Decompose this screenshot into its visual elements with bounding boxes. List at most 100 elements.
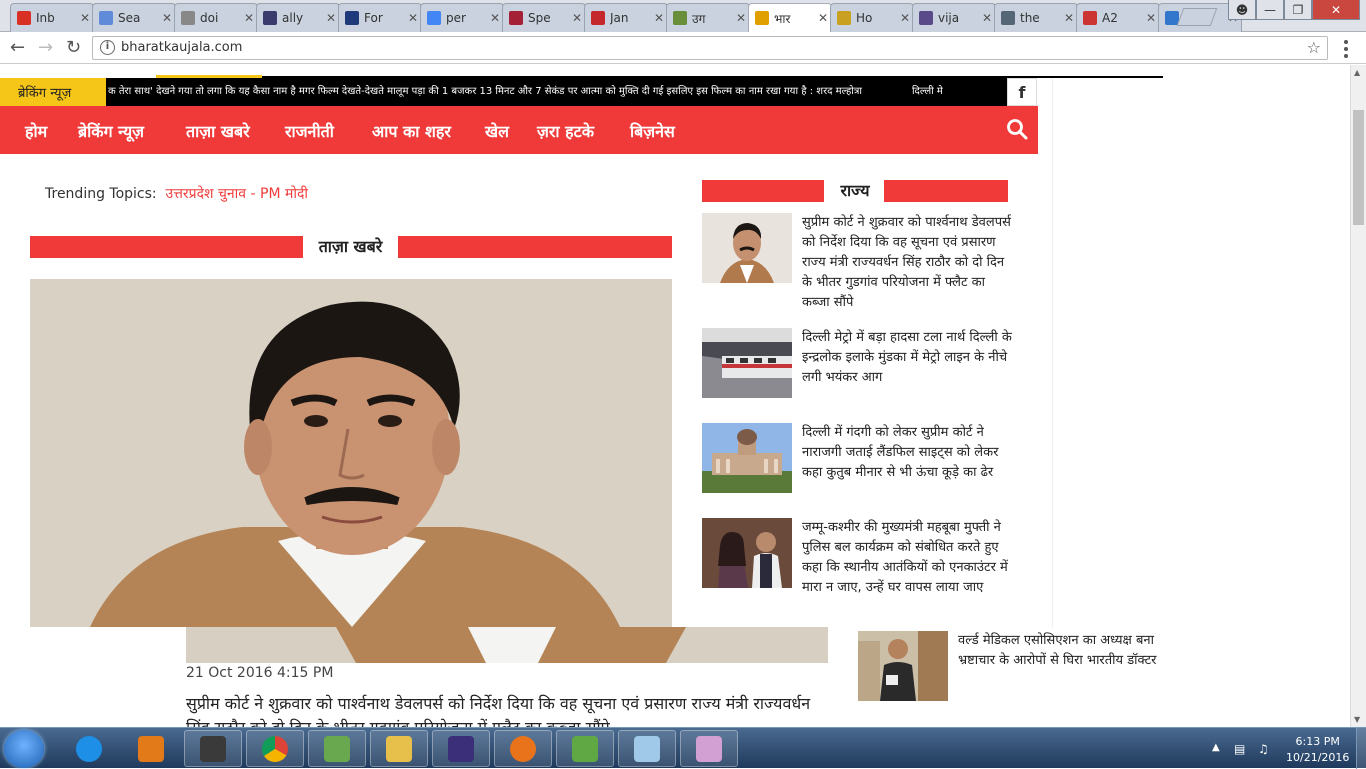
ticker-label: ब्रेकिंग न्यूज़ — [0, 78, 106, 106]
network-icon[interactable]: ▤ — [1234, 742, 1245, 756]
taskbar-app[interactable] — [680, 730, 738, 767]
nav-latest-news[interactable]: ताज़ा खबरे — [186, 120, 250, 142]
close-tab-icon[interactable]: ✕ — [897, 11, 913, 25]
system-clock[interactable]: 6:13 PM 10/21/2016 — [1286, 734, 1349, 766]
browser-tab[interactable]: भार ✕ — [748, 3, 832, 32]
close-tab-icon[interactable]: ✕ — [487, 11, 503, 25]
app-icon-2 — [572, 735, 598, 762]
taskbar-app[interactable] — [432, 730, 490, 767]
browser-tab[interactable]: उग ✕ — [666, 3, 750, 32]
close-tab-icon[interactable]: ✕ — [1143, 11, 1159, 25]
news-thumbnail[interactable] — [702, 213, 792, 283]
nav-offbeat[interactable]: ज़रा हटके — [537, 120, 594, 142]
taskbar-app[interactable] — [122, 730, 180, 767]
taskbar-app[interactable] — [618, 730, 676, 767]
nav-sports[interactable]: खेल — [485, 120, 509, 142]
trending-link[interactable]: उत्तरप्रदेश चुनाव - PM मोदी — [166, 186, 309, 202]
scrollbar-thumb[interactable] — [1353, 110, 1364, 225]
news-headline[interactable]: सुप्रीम कोर्ट ने शुक्रवार को पार्श्वनाथ … — [802, 213, 1012, 313]
taskbar-app[interactable] — [60, 730, 118, 767]
eclipse-icon — [448, 735, 474, 762]
ticker-text[interactable]: क तेरा साथ' देखने गया तो लगा कि यह कैसा … — [108, 78, 1007, 106]
news-thumbnail[interactable] — [702, 423, 792, 493]
latest-news-title: ताज़ा खबरे — [318, 237, 383, 256]
browser-tab[interactable]: Inb ✕ — [10, 3, 94, 32]
close-tab-icon[interactable]: ✕ — [323, 11, 339, 25]
taskbar-app[interactable] — [370, 730, 428, 767]
tab-title: ally — [282, 11, 304, 25]
browser-tab[interactable]: Sea ✕ — [92, 3, 176, 32]
browser-tab[interactable]: For ✕ — [338, 3, 422, 32]
nav-your-city[interactable]: आप का शहर — [372, 120, 451, 142]
reload-icon[interactable]: ↻ — [66, 37, 81, 58]
news-headline[interactable]: जम्मू-कश्मीर की मुख्यमंत्री महबूबा मुफ्त… — [802, 518, 1012, 598]
news-thumbnail[interactable] — [702, 518, 792, 588]
taskbar-app[interactable] — [308, 730, 366, 767]
maximize-button[interactable]: ❐ — [1284, 0, 1312, 20]
article-image-lower[interactable] — [186, 627, 828, 663]
browser-tab[interactable]: doi ✕ — [174, 3, 258, 32]
url-text[interactable]: bharatkaujala.com — [121, 40, 242, 55]
state-news-title: राज्य — [840, 181, 870, 200]
taskbar-app[interactable] — [184, 730, 242, 767]
scroll-down-icon[interactable]: ▼ — [1354, 715, 1360, 724]
browser-tab[interactable]: A2 ✕ — [1076, 3, 1160, 32]
browser-tab[interactable]: per ✕ — [420, 3, 504, 32]
article-image-strip — [186, 627, 828, 663]
start-button[interactable] — [4, 730, 44, 768]
browser-tab[interactable]: vija ✕ — [912, 3, 996, 32]
heading-bar-right — [884, 180, 1008, 202]
nav-breaking-news[interactable]: ब्रेकिंग न्यूज़ — [78, 120, 144, 142]
browser-tab[interactable]: Spe ✕ — [502, 3, 586, 32]
taskbar-app[interactable] — [556, 730, 614, 767]
news-headline[interactable]: वर्ल्ड मेडिकल एसोसिएशन का अध्यक्ष बना भ्… — [958, 631, 1168, 671]
tray-expand-icon[interactable]: ▲ — [1212, 742, 1220, 753]
news-thumbnail[interactable] — [858, 631, 948, 701]
facebook-icon[interactable]: f — [1007, 78, 1037, 106]
bookmark-star-icon[interactable]: ☆ — [1307, 38, 1321, 57]
news-headline[interactable]: दिल्ली मेट्रो में बड़ा हादसा टला नार्थ द… — [802, 328, 1012, 388]
close-tab-icon[interactable]: ✕ — [77, 11, 93, 25]
close-tab-icon[interactable]: ✕ — [569, 11, 585, 25]
site-info-icon[interactable]: i — [100, 40, 115, 55]
browser-menu-icon[interactable] — [1344, 40, 1350, 61]
tab-title: per — [446, 11, 466, 25]
search-icon[interactable] — [1006, 118, 1028, 140]
nav-politics[interactable]: राजनीती — [285, 120, 334, 142]
nav-business[interactable]: बिज़नेस — [630, 120, 675, 142]
scroll-up-icon[interactable]: ▲ — [1354, 68, 1360, 77]
back-icon[interactable]: ← — [10, 37, 25, 58]
article-lead[interactable]: सुप्रीम कोर्ट ने शुक्रवार को पार्श्वनाथ … — [186, 692, 828, 727]
taskbar-app[interactable] — [494, 730, 552, 767]
close-tab-icon[interactable]: ✕ — [405, 11, 421, 25]
volume-icon[interactable]: ♫ — [1258, 742, 1269, 756]
browser-tab[interactable]: ally ✕ — [256, 3, 340, 32]
close-tab-icon[interactable]: ✕ — [815, 11, 831, 25]
close-tab-icon[interactable]: ✕ — [651, 11, 667, 25]
close-tab-icon[interactable]: ✕ — [979, 11, 995, 25]
close-tab-icon[interactable]: ✕ — [733, 11, 749, 25]
ticker-item[interactable]: क तेरा साथ' देखने गया तो लगा कि यह कैसा … — [108, 86, 862, 97]
close-tab-icon[interactable]: ✕ — [1061, 11, 1077, 25]
close-tab-icon[interactable]: ✕ — [241, 11, 257, 25]
nav-home[interactable]: होम — [25, 120, 47, 142]
browser-tab[interactable]: Ho ✕ — [830, 3, 914, 32]
news-thumbnail[interactable] — [702, 328, 792, 398]
user-icon[interactable]: ☻ — [1228, 0, 1256, 20]
close-window-button[interactable]: ✕ — [1312, 0, 1360, 20]
close-tab-icon[interactable]: ✕ — [159, 11, 175, 25]
browser-tab[interactable]: the ✕ — [994, 3, 1078, 32]
address-bar[interactable]: i bharatkaujala.com ☆ — [92, 36, 1328, 60]
taskbar-app[interactable] — [246, 730, 304, 767]
ticker-item[interactable]: दिल्ली मे — [912, 86, 943, 97]
forward-icon[interactable]: → — [38, 37, 53, 58]
browser-tab[interactable]: Jan ✕ — [584, 3, 668, 32]
minimize-button[interactable]: — — [1256, 0, 1284, 20]
heading-bar-left — [30, 236, 303, 258]
new-tab-button[interactable] — [1176, 8, 1218, 26]
show-desktop-button[interactable] — [1356, 728, 1366, 769]
sublime-text-icon — [200, 735, 226, 762]
hero-image[interactable] — [30, 279, 672, 627]
news-headline[interactable]: दिल्ली में गंदगी को लेकर सुप्रीम कोर्ट न… — [802, 423, 1012, 483]
page-scrollbar[interactable]: ▲ ▼ — [1350, 65, 1366, 727]
